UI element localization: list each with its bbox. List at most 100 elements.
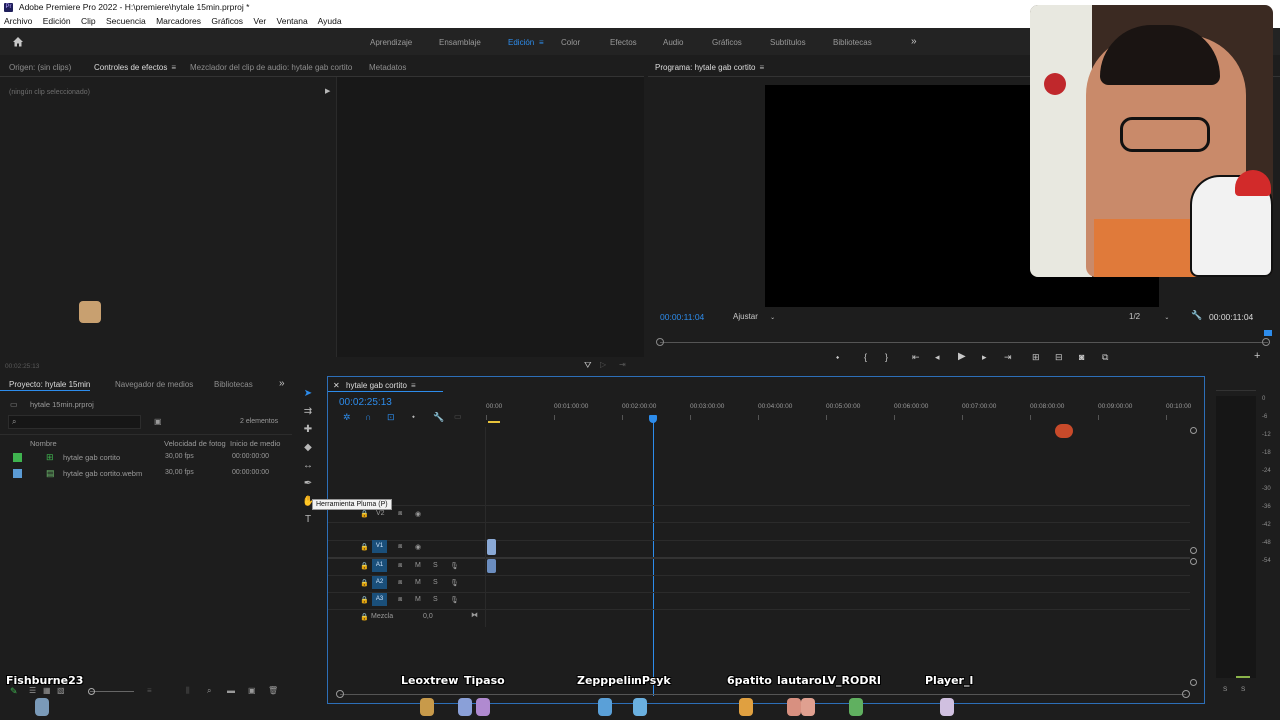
sequence-menu-icon[interactable]: ≡ <box>411 381 416 390</box>
table-row[interactable]: ▤ hytale gab cortito.webm 30,00 fps 00:0… <box>0 467 292 482</box>
zoom-slider[interactable] <box>90 691 134 692</box>
expand-arrow-icon[interactable]: ▶ <box>325 87 330 95</box>
solo-left-button[interactable]: S <box>1223 686 1227 693</box>
button-editor-plus-icon[interactable]: + <box>1254 350 1260 362</box>
settings-wrench-icon[interactable]: 🔧 <box>1191 310 1202 321</box>
workspace-ensamblaje[interactable]: Ensamblaje <box>439 38 481 47</box>
horizontal-scrollbar[interactable] <box>340 694 1186 695</box>
track-target-a2[interactable]: A2 <box>372 576 387 589</box>
new-item-icon[interactable]: ▣ <box>248 686 256 695</box>
filter-icon[interactable]: ⛛ <box>584 360 592 371</box>
home-icon[interactable] <box>12 36 24 47</box>
workspace-graficos[interactable]: Gráficos <box>712 38 742 47</box>
captions-icon[interactable]: ▭ <box>454 412 462 421</box>
selection-tool-icon[interactable]: ➤ <box>302 388 314 400</box>
label-color-swatch[interactable] <box>13 453 22 462</box>
zoom-slider-handle[interactable] <box>88 688 95 695</box>
menu-clip[interactable]: Clip <box>81 16 96 26</box>
lock-icon[interactable]: 🔒 <box>360 510 369 518</box>
program-scrub-start-handle[interactable] <box>656 338 664 346</box>
play-audio-icon[interactable]: ▷ <box>600 360 606 369</box>
sort-icon[interactable]: ≡ <box>147 686 152 695</box>
export-frame-icon[interactable]: ◙ <box>1079 352 1084 362</box>
menu-archivo[interactable]: Archivo <box>4 16 32 26</box>
panel-menu-icon[interactable]: ≡ <box>171 63 176 72</box>
find-icon[interactable]: ⌕ <box>207 686 211 696</box>
lock-icon[interactable]: 🔒 <box>360 596 369 604</box>
mute-button[interactable]: M <box>415 596 421 603</box>
workspace-audio[interactable]: Audio <box>663 38 683 47</box>
export-icon[interactable]: ⇥ <box>619 360 626 369</box>
program-scrub-end-handle[interactable] <box>1262 338 1270 346</box>
column-name[interactable]: Nombre <box>30 439 57 448</box>
add-marker-icon[interactable]: ⬩ <box>836 352 839 363</box>
step-forward-icon[interactable]: ▸ <box>982 352 987 363</box>
new-bin-icon[interactable]: ▣ <box>154 417 162 426</box>
vertical-scroll-handle[interactable] <box>1190 427 1197 434</box>
tab-audio-clip-mixer[interactable]: Mezclador del clip de audio: hytale gab … <box>190 63 352 72</box>
menu-ventana[interactable]: Ventana <box>277 16 308 26</box>
program-scrub-bar[interactable] <box>660 342 1268 343</box>
solo-button[interactable]: S <box>433 562 438 569</box>
program-monitor-title[interactable]: Programa: hytale gab cortito ≡ <box>655 63 764 72</box>
lock-icon[interactable]: 🔒 <box>360 613 369 621</box>
go-to-out-icon[interactable]: ⇥ <box>1004 352 1012 363</box>
tab-libraries[interactable]: Bibliotecas <box>214 380 253 389</box>
microphone-icon[interactable]: 🎙 <box>450 562 459 570</box>
mute-button[interactable]: M <box>415 562 421 569</box>
mix-expand-icon[interactable]: ⧓ <box>471 611 478 619</box>
workspace-efectos[interactable]: Efectos <box>610 38 637 47</box>
tab-effect-controls[interactable]: Controles de efectos ≡ <box>94 63 176 72</box>
eye-icon[interactable]: ◉ <box>415 510 421 518</box>
microphone-icon[interactable]: 🎙 <box>450 596 459 604</box>
audio-clip[interactable] <box>487 559 496 573</box>
track-target-a3[interactable]: A3 <box>372 593 387 606</box>
work-area-bar[interactable] <box>488 421 500 423</box>
sync-lock-icon[interactable]: ⧈ <box>398 579 402 587</box>
program-playhead[interactable] <box>1264 330 1272 336</box>
workspace-bibliotecas[interactable]: Bibliotecas <box>833 38 872 47</box>
play-icon[interactable]: ▶ <box>958 351 966 362</box>
razor-tool-icon[interactable]: ◆ <box>302 442 314 454</box>
more-panels-icon[interactable]: » <box>279 378 285 389</box>
tab-media-browser[interactable]: Navegador de medios <box>115 380 193 389</box>
mute-button[interactable]: M <box>415 579 421 586</box>
menu-secuencia[interactable]: Secuencia <box>106 16 146 26</box>
table-row[interactable]: ⊞ hytale gab cortito 30,00 fps 00:00:00:… <box>0 451 292 466</box>
program-menu-icon[interactable]: ≡ <box>760 63 765 72</box>
mark-in-icon[interactable]: { <box>864 352 867 362</box>
menu-graficos[interactable]: Gráficos <box>211 16 243 26</box>
tab-metadata[interactable]: Metadatos <box>369 63 406 72</box>
mix-value[interactable]: 0,0 <box>423 613 433 620</box>
column-frame-rate[interactable]: Velocidad de fotog <box>164 439 226 448</box>
lock-icon[interactable]: 🔒 <box>360 579 369 587</box>
lift-icon[interactable]: ⊞ <box>1032 352 1040 363</box>
horizontal-scroll-start-handle[interactable] <box>336 690 344 698</box>
step-back-icon[interactable]: ◂ <box>935 352 940 363</box>
column-media-start[interactable]: Inicio de medio <box>230 439 280 448</box>
go-to-in-icon[interactable]: ⇤ <box>912 352 920 363</box>
new-bin-footer-icon[interactable]: ▬ <box>227 686 235 695</box>
timeline-ruler[interactable]: 00:00 00:01:00:00 00:02:00:00 00:03:00:00 00… <box>486 403 1196 421</box>
menu-marcadores[interactable]: Marcadores <box>156 16 201 26</box>
add-marker-timeline-icon[interactable]: ⬩ <box>412 412 415 422</box>
program-timecode-current[interactable]: 00:00:11:04 <box>660 312 704 322</box>
tab-source[interactable]: Origen: (sin clips) <box>9 63 71 72</box>
sync-lock-icon[interactable]: ⧈ <box>398 510 402 518</box>
type-tool-icon[interactable]: T <box>302 514 314 526</box>
menu-edicion[interactable]: Edición <box>43 16 71 26</box>
project-search-input[interactable] <box>8 415 141 429</box>
sync-lock-icon[interactable]: ⧈ <box>398 543 402 551</box>
linked-selection-icon[interactable]: ⊡ <box>387 412 395 423</box>
workspace-aprendizaje[interactable]: Aprendizaje <box>370 38 412 47</box>
menu-ayuda[interactable]: Ayuda <box>318 16 342 26</box>
sync-lock-icon[interactable]: ⧈ <box>398 596 402 604</box>
track-target-a1[interactable]: A1 <box>372 559 387 572</box>
list-view-icon[interactable]: ☰ <box>29 686 36 695</box>
sync-lock-icon[interactable]: ⧈ <box>398 562 402 570</box>
icon-view-icon[interactable]: ▦ <box>43 686 51 695</box>
vertical-scroll-handle[interactable] <box>1190 558 1197 565</box>
track-label-v2[interactable]: V2 <box>376 510 385 517</box>
snap-magnet-icon[interactable]: ∩ <box>365 412 371 422</box>
workspace-edicion[interactable]: Edición <box>508 38 534 47</box>
